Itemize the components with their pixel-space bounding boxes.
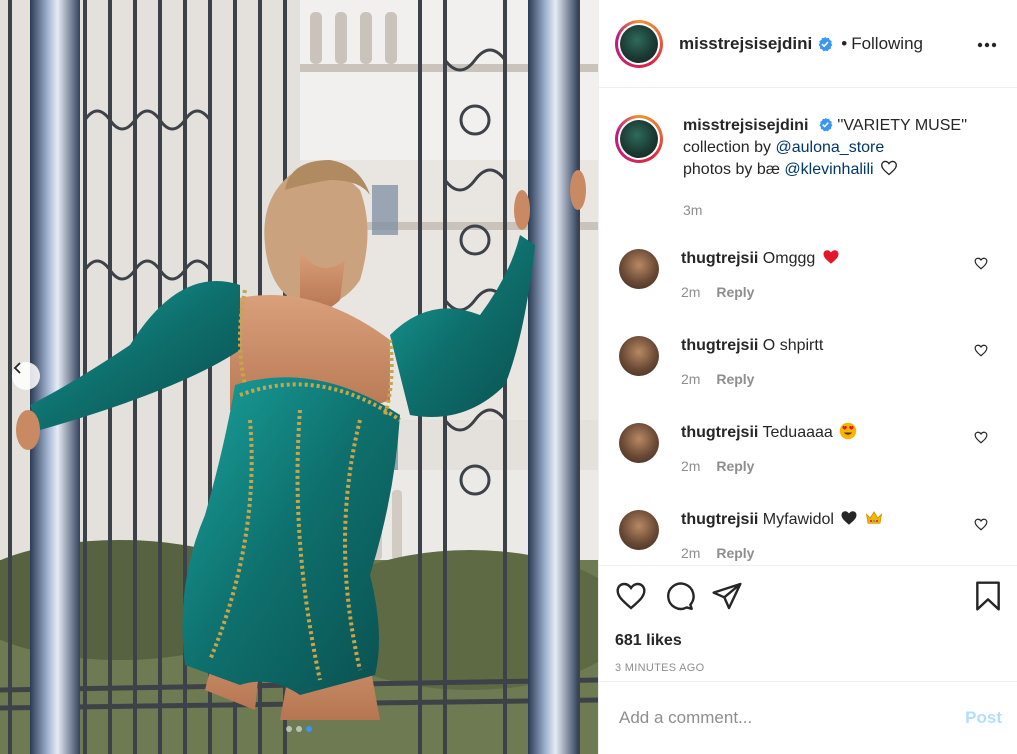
carousel-prev-button[interactable] (12, 362, 40, 390)
red-heart-emoji-icon (823, 250, 839, 264)
comment-like-button[interactable] (974, 518, 988, 534)
add-comment-bar: Post (599, 681, 1017, 754)
comment-timestamp: 2m (681, 284, 701, 300)
carousel-dot-active (306, 726, 312, 732)
comment-username[interactable]: thugtrejsii (681, 424, 758, 441)
post-actions: 681 likes 3 MINUTES AGO (599, 565, 1017, 674)
commenter-avatar[interactable] (619, 336, 659, 376)
comment-like-button[interactable] (974, 257, 988, 273)
post-comment-button[interactable]: Post (965, 708, 1002, 728)
comment-icon (667, 582, 695, 611)
carousel-dot (296, 726, 302, 732)
more-options-icon (977, 42, 997, 48)
header-bullet: • (841, 33, 848, 53)
following-button[interactable]: Following (851, 34, 923, 54)
comment-button[interactable] (663, 580, 695, 612)
white-heart-emoji-icon (881, 160, 897, 176)
caption-text: ''VARIETY MUSE'' (837, 117, 968, 134)
post-header: misstrejsisejdini • Following (599, 0, 1017, 88)
comment-item: thugtrejsii Omggg 2m Reply (599, 235, 1017, 322)
commenter-avatar[interactable] (619, 423, 659, 463)
post-time-ago: 3 MINUTES AGO (615, 662, 705, 674)
reply-button[interactable]: Reply (716, 371, 754, 387)
verified-badge-icon (819, 117, 833, 132)
heart-icon (974, 431, 988, 444)
caption-mention-link[interactable]: @aulona_store (776, 139, 885, 156)
comments-list[interactable]: misstrejsisejdini ''VARIETY MUSE'' colle… (599, 89, 1017, 565)
author-avatar[interactable] (615, 19, 663, 68)
reply-button[interactable]: Reply (716, 545, 754, 561)
comment-username[interactable]: thugtrejsii (681, 511, 758, 528)
reply-button[interactable]: Reply (716, 284, 754, 300)
comment-item: thugtrejsii O shpirtt 2m Reply (599, 322, 1017, 409)
post-side-panel: misstrejsisejdini • Following misstrejsi… (598, 0, 1017, 754)
caption-username[interactable]: misstrejsisejdini (683, 117, 808, 134)
more-options-button[interactable] (973, 32, 1001, 55)
comment-text: O shpirtt (762, 337, 824, 354)
carousel-dots (0, 726, 598, 732)
comment-timestamp: 2m (681, 545, 701, 561)
comment-like-button[interactable] (974, 344, 988, 360)
black-heart-emoji-icon (841, 511, 857, 525)
heart-eyes-emoji-icon (840, 422, 857, 440)
comment-input[interactable] (619, 708, 966, 728)
comment-like-button[interactable] (974, 431, 988, 447)
author-username[interactable]: misstrejsisejdini (679, 34, 812, 54)
comment-timestamp: 2m (681, 458, 701, 474)
share-icon (712, 582, 742, 610)
like-button[interactable] (615, 581, 647, 611)
comment-text: Teduaaaa (762, 424, 833, 441)
caption-avatar[interactable] (615, 115, 663, 163)
heart-icon (974, 344, 988, 357)
comment-username[interactable]: thugtrejsii (681, 337, 758, 354)
bookmark-icon (976, 581, 1000, 611)
heart-icon (616, 582, 646, 610)
comment-item: thugtrejsii Myfawidol 2m Reply (599, 496, 1017, 565)
post-photo (0, 0, 598, 754)
heart-icon (974, 257, 988, 270)
post-caption: misstrejsisejdini ''VARIETY MUSE'' colle… (599, 89, 1017, 221)
commenter-avatar[interactable] (619, 510, 659, 550)
photo-illustration (0, 0, 598, 754)
commenter-avatar[interactable] (619, 249, 659, 289)
crown-emoji-icon (865, 511, 882, 524)
caption-text: photos by bæ (683, 161, 780, 178)
comment-username[interactable]: thugtrejsii (681, 250, 758, 267)
caption-timestamp: 3m (683, 202, 703, 218)
chevron-left-icon (13, 362, 21, 374)
comment-text: Myfawidol (762, 511, 834, 528)
comment-text: Omggg (762, 250, 816, 267)
reply-button[interactable]: Reply (716, 458, 754, 474)
likes-count[interactable]: 681 likes (615, 632, 1002, 650)
comment-item: thugtrejsii Teduaaaa 2m Reply (599, 409, 1017, 496)
verified-badge-icon (818, 36, 833, 51)
carousel-dot (286, 726, 292, 732)
heart-icon (974, 518, 988, 531)
save-button[interactable] (974, 580, 1002, 612)
share-button[interactable] (711, 580, 743, 612)
caption-text: collection by (683, 139, 772, 156)
comment-timestamp: 2m (681, 371, 701, 387)
caption-mention-link[interactable]: @klevinhalili (784, 161, 873, 178)
